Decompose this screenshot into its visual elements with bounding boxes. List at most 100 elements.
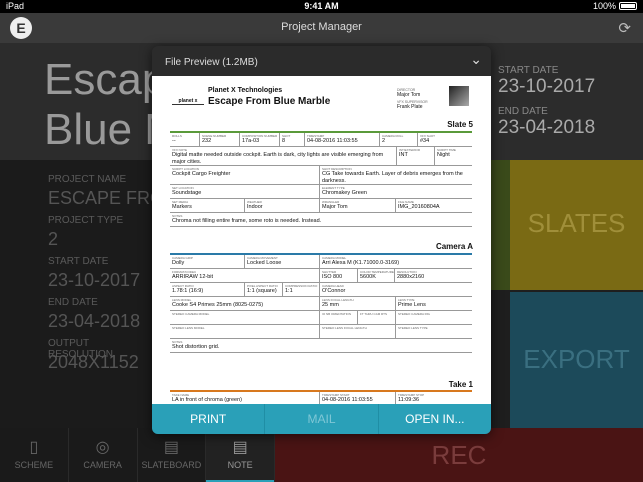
form-cell: CAMERA MODEL Arri Alexa M (K1.71000.0-316… [320,255,472,268]
form-cell: SCRIPT TIME Night [435,147,472,165]
camera-title: Camera A [435,242,473,251]
form-cell: LENS TYPE Prime Lens [396,297,472,310]
form-cell: WRANGLER Major Tom [320,199,396,212]
project-type-value[interactable]: 2 [48,229,58,250]
field-label: STEREO LENS TYPE [398,326,428,330]
form-cell: SCENE NUMBER 232 [200,133,240,146]
sync-icon[interactable]: ⟳ [618,19,631,37]
form-cell: ASPECT RATIO 1.78:1 (16:9) [170,283,245,296]
field-value: 17a-03 [242,138,260,144]
tab-note[interactable]: ▤ NOTE [206,428,275,482]
form-row: STEREO LENS MODEL STEREO LENS FOCAL LENGT… [170,325,472,339]
tab-scheme-label: SCHEME [14,460,54,470]
field-value: Markers [172,204,192,210]
field-value: IMG_20160804A [398,204,440,210]
slates-label: SLATES [527,208,626,238]
field-value: 1:1 (square) [247,288,277,294]
modal-actions: PRINT MAIL OPEN IN... [152,404,491,434]
field-value: 2 [382,138,386,144]
field-value: 8 [282,138,286,144]
open-in-button[interactable]: OPEN IN... [379,404,491,434]
field-value: CG Take towards Earth. Layer of debris e… [322,171,463,184]
clock: 9:41 AM [304,1,339,11]
tab-camera[interactable]: ◎ CAMERA [69,428,138,482]
take-title: Take 1 [448,380,473,389]
project-info-panel: PROJECT NAME ESCAPE FRO PROJECT TYPE 2 S… [0,160,164,428]
form-cell: SHOT 8 [280,133,305,146]
green-tile[interactable] [490,160,510,290]
field-value: INT [399,152,408,158]
form-cell: WEATHER Indoor [245,199,320,212]
tab-camera-label: CAMERA [83,460,122,470]
tab-slateboard[interactable]: ▤ SLATEBOARD [138,428,207,482]
form-cell: STEREO CAMERA RIG [396,311,472,324]
field-value: Digital matte needed outside cockpit. Ea… [172,152,384,165]
form-cell: FT THRU CAM RTS [358,311,396,324]
hero-start-label: START DATE [498,65,559,76]
field-value: O'Connor [322,288,346,294]
form-cell: FILE NAME IMG_20160804A [396,199,472,212]
field-value: ISO 800 [322,274,343,280]
export-tile[interactable]: EXPORT [510,292,643,428]
form-cell: CAMERA GRIP Dolly [170,255,245,268]
form-cell: TIMESTAMP 04-08-2016 11:03:55 [305,133,380,146]
field-value: 2880x2160 [397,274,425,280]
project-thumbnail [449,86,469,106]
field-label: STEREO CAMERA RIG [398,312,431,316]
vfx-value: Frank Plate [397,104,423,110]
hero-dates: START DATE 23-10-2017 END DATE 23-04-201… [498,65,595,147]
form-cell: INT/EXTERIOR INT [397,147,435,165]
nav-bar: E Project Manager ⟳ [0,13,643,43]
form-cell: LENS MODEL Cooke S4 Primes 25mm (8025-027… [170,297,320,310]
rec-tile[interactable]: REC [275,428,643,482]
form-cell: ROLLS -- [170,133,200,146]
form-row: TAKE NAME LA in front of chroma (green) TI… [170,392,472,404]
form-row: NOTES Chroma not filling entire frame, so… [170,213,472,227]
director-value: Major Tom [397,92,421,98]
chevron-down-icon[interactable]: ⌄ [470,51,482,68]
field-value: ARRIRAW 12-bit [172,274,214,280]
form-row: STEREO CAMERA MODEL IO NB ORIENTATION FT T… [170,311,472,325]
field-value: 5600K [360,274,376,280]
output-resolution-value[interactable]: 2048X1152 [48,352,139,373]
form-cell: TIMESTAMP START 04-08-2016 11:03:55 [320,392,396,404]
form-row: ROLLS -- SCENE NUMBER 232 COMPOSITION NUMBER… [170,133,472,147]
form-cell: SHUTTER ISO 800 [320,269,358,282]
tab-scheme[interactable]: ▯ SCHEME [0,428,69,482]
form-cell: SCRIPT LOCATION Cockpit Cargo Freighter [170,166,320,184]
field-label: FT THRU CAM RTS [360,312,388,316]
form-cell: CAMERA MOVEMENT Locked Loose [245,255,320,268]
modal-title: File Preview (1.2MB) [165,57,258,68]
slates-tile[interactable]: SLATES [510,160,643,290]
field-value: 04-08-2016 11:03:55 [307,138,358,144]
project-name-value[interactable]: ESCAPE FRO [48,188,164,209]
clapper-icon: ▤ [163,439,179,456]
field-value: Chroma not filling entire frame, some ro… [172,218,322,224]
tab-note-label: NOTE [227,460,253,470]
start-date-label: START DATE [48,256,109,267]
document-preview[interactable]: planet x Planet X Technologies Escape Fr… [152,76,491,404]
field-value: 232 [202,138,212,144]
take-grid: TAKE NAME LA in front of chroma (green) TI… [170,390,472,404]
start-date-value[interactable]: 23-10-2017 [48,270,140,291]
scheme-icon: ▯ [29,439,39,456]
print-button[interactable]: PRINT [152,404,266,434]
form-cell: COMPOSITION NUMBER 17a-03 [240,133,280,146]
form-cell: TAKE NAME LA in front of chroma (green) [170,392,320,404]
end-date-label: END DATE [48,297,98,308]
form-cell: STEREO LENS MODEL [170,325,320,338]
hero-title-line2: Blue M [44,105,154,154]
camera-grid: CAMERA GRIP Dolly CAMERA MOVEMENT Locked Lo… [170,253,472,353]
form-cell: FORMAT/CODEC ARRIRAW 12-bit [170,269,320,282]
field-label: STEREO LENS MODEL [172,326,205,330]
field-value: Arri Alexa M (K1.71000.0-3169) [322,260,400,266]
form-cell: STEREO LENS TYPE [396,325,472,338]
form-cell: SET LOCATION Soundstage [170,185,320,198]
form-row: SET MEDIA Markers WEATHER Indoor WRANGLER Maj… [170,199,472,213]
hero-end-label: END DATE [498,106,548,117]
field-value: 1.78:1 (16:9) [172,288,204,294]
hero-title-line1: Escape [44,55,154,104]
field-value: Chromakey Green [322,190,367,196]
end-date-value[interactable]: 23-04-2018 [48,311,140,332]
mail-button[interactable]: MAIL [265,404,379,434]
